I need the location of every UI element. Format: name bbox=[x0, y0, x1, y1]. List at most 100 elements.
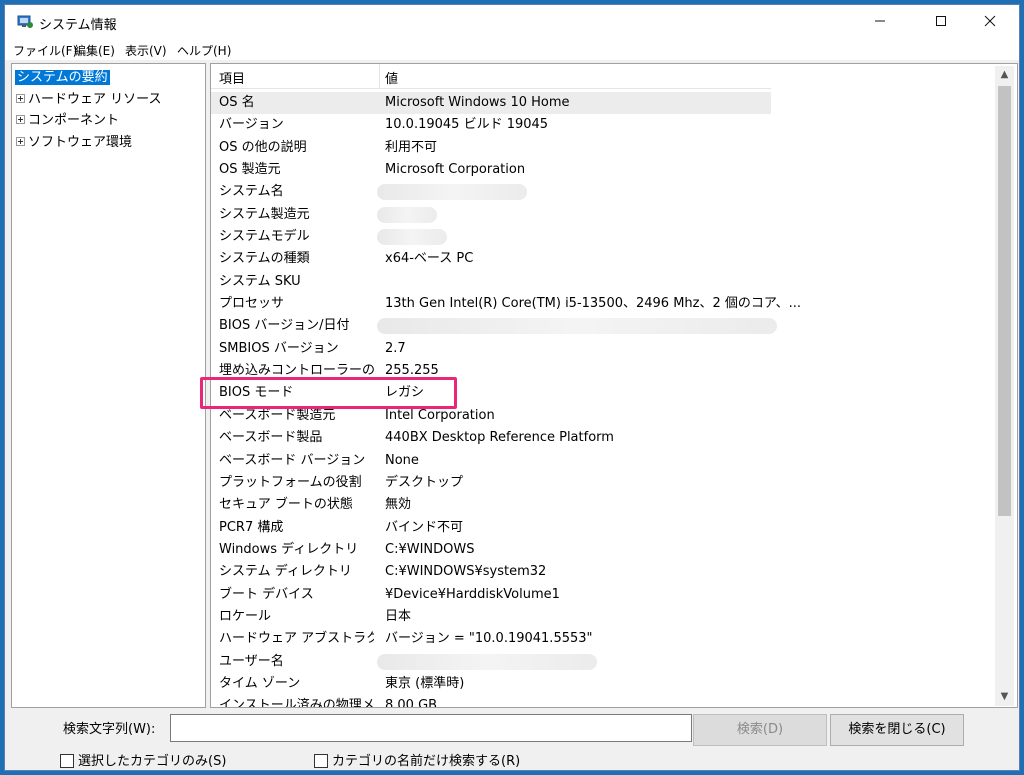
table-row[interactable]: ロケール 日本 bbox=[211, 606, 1001, 628]
table-row[interactable]: OS 名 Microsoft Windows 10 Home bbox=[211, 92, 771, 115]
row-item-label: PCR7 構成 bbox=[219, 519, 284, 535]
row-item-value: 利用不可 bbox=[385, 139, 438, 155]
row-item-value: 無効 bbox=[385, 497, 412, 513]
checkbox-box[interactable] bbox=[314, 753, 328, 768]
close-button[interactable] bbox=[967, 5, 1013, 38]
row-item-value: Microsoft Corporation bbox=[385, 162, 526, 178]
row-item-label: BIOS バージョン/日付 bbox=[219, 318, 350, 334]
menu-view[interactable]: 表示(V) bbox=[125, 42, 167, 59]
row-item-label: システム製造元 bbox=[219, 206, 310, 222]
menu-help[interactable]: ヘルプ(H) bbox=[177, 42, 231, 59]
menu-bar: ファイル(F) 編集(E) 表示(V) ヘルプ(H) bbox=[5, 38, 1019, 60]
system-info-app-icon bbox=[17, 15, 33, 28]
redacted-value bbox=[377, 653, 597, 670]
close-search-button[interactable]: 検索を閉じる(C) bbox=[830, 714, 964, 746]
table-row[interactable]: OS の他の説明 利用不可 bbox=[211, 137, 1001, 159]
row-item-value: バージョン = "10.0.19041.5553" bbox=[385, 631, 593, 647]
row-item-value: 10.0.19045 ビルド 19045 bbox=[385, 117, 549, 133]
row-item-label: OS 名 bbox=[219, 95, 255, 110]
minimize-button[interactable] bbox=[857, 5, 903, 38]
table-row[interactable]: バージョン 10.0.19045 ビルド 19045 bbox=[211, 114, 1001, 136]
tree-item-label: ハードウェア リソース bbox=[28, 92, 162, 107]
search-label: 検索文字列(W): bbox=[63, 722, 156, 737]
tree-item-components[interactable]: コンポーネント bbox=[16, 112, 119, 130]
table-row[interactable]: ベースボード バージョン None bbox=[211, 450, 1001, 472]
row-item-value: x64-ベース PC bbox=[385, 251, 474, 267]
expand-icon[interactable] bbox=[16, 137, 25, 146]
search-input[interactable] bbox=[170, 714, 692, 742]
expand-icon[interactable] bbox=[16, 94, 25, 103]
table-row[interactable]: システム SKU bbox=[211, 271, 1001, 293]
row-item-value: 2.7 bbox=[385, 340, 406, 356]
row-item-label: システムモデル bbox=[219, 229, 310, 245]
row-item-label: バージョン bbox=[219, 117, 284, 133]
table-row[interactable]: システム ディレクトリ C:¥WINDOWS¥system32 bbox=[211, 561, 1001, 583]
row-item-value: Microsoft Windows 10 Home bbox=[385, 95, 570, 110]
table-row[interactable]: ブート デバイス ¥Device¥HarddiskVolume1 bbox=[211, 584, 1001, 606]
row-item-label: ロケール bbox=[219, 608, 272, 624]
title-bar[interactable]: システム情報 bbox=[5, 5, 1019, 38]
row-item-label: SMBIOS バージョン bbox=[219, 340, 339, 356]
row-item-value: C:¥WINDOWS¥system32 bbox=[385, 564, 547, 580]
list-header: 項目 値 bbox=[211, 64, 771, 89]
column-header-value[interactable]: 値 bbox=[385, 68, 398, 87]
column-divider[interactable] bbox=[379, 64, 380, 88]
row-item-label: OS の他の説明 bbox=[219, 139, 307, 155]
scroll-up-icon[interactable]: ▲ bbox=[995, 66, 1014, 84]
row-item-label: システム ディレクトリ bbox=[219, 564, 352, 580]
table-row[interactable]: セキュア ブートの状態 無効 bbox=[211, 494, 1001, 516]
category-names-only-checkbox[interactable]: カテゴリの名前だけ検索する(R) bbox=[314, 750, 520, 769]
redacted-value bbox=[377, 318, 777, 335]
column-header-item[interactable]: 項目 bbox=[219, 68, 245, 87]
row-item-label: ハードウェア アブストラクショ... bbox=[219, 631, 374, 647]
redacted-value bbox=[377, 206, 437, 223]
row-item-value: 東京 (標準時) bbox=[385, 675, 465, 691]
tree-item-system-summary[interactable]: システムの要約 bbox=[15, 69, 110, 87]
row-item-label: システム SKU bbox=[219, 273, 301, 289]
table-row[interactable]: システム製造元 bbox=[211, 204, 1001, 226]
tree-item-software-environment[interactable]: ソフトウェア環境 bbox=[16, 134, 132, 152]
table-row[interactable]: プロセッサ 13th Gen Intel(R) Core(TM) i5-13500… bbox=[211, 293, 1001, 315]
row-item-label: Windows ディレクトリ bbox=[219, 541, 359, 557]
row-item-label: タイム ゾーン bbox=[219, 675, 301, 691]
row-item-value: ¥Device¥HarddiskVolume1 bbox=[385, 586, 560, 602]
table-row[interactable]: PCR7 構成 バインド不可 bbox=[211, 517, 1001, 539]
vertical-scrollbar[interactable]: ▲ ▼ bbox=[995, 66, 1014, 706]
table-row[interactable]: インストール済みの物理メモ... 8.00 GB bbox=[211, 695, 1001, 708]
table-row[interactable]: SMBIOS バージョン 2.7 bbox=[211, 338, 1001, 360]
tree-item-hardware-resources[interactable]: ハードウェア リソース bbox=[16, 91, 161, 109]
row-item-value: デスクトップ bbox=[385, 474, 464, 490]
row-item-label: ベースボード バージョン bbox=[219, 452, 366, 468]
maximize-button[interactable] bbox=[918, 5, 964, 38]
table-row[interactable]: システム名 bbox=[211, 181, 1001, 203]
table-row[interactable]: ベースボード製品 440BX Desktop Reference Platform bbox=[211, 427, 1001, 449]
checkbox-box[interactable] bbox=[60, 753, 74, 768]
redacted-value bbox=[377, 229, 447, 246]
close-icon bbox=[984, 15, 996, 27]
system-info-window: システム情報 ファイル(F) 編集(E) 表示(V) ヘルプ(H) システムの要… bbox=[4, 4, 1020, 771]
row-item-label: ブート デバイス bbox=[219, 586, 314, 602]
tree-item-label: ソフトウェア環境 bbox=[28, 135, 133, 150]
row-item-label: ベースボード製品 bbox=[219, 430, 323, 446]
table-row[interactable]: タイム ゾーン 東京 (標準時) bbox=[211, 673, 1001, 695]
table-row[interactable]: プラットフォームの役割 デスクトップ bbox=[211, 472, 1001, 494]
table-row[interactable]: Windows ディレクトリ C:¥WINDOWS bbox=[211, 539, 1001, 561]
scroll-down-icon[interactable]: ▼ bbox=[995, 688, 1014, 706]
table-row[interactable]: BIOS バージョン/日付 bbox=[211, 315, 1001, 337]
scrollbar-thumb[interactable] bbox=[998, 86, 1011, 516]
bios-mode-highlight-box bbox=[200, 377, 457, 409]
tree-item-label: システムの要約 bbox=[15, 70, 110, 85]
menu-file[interactable]: ファイル(F) bbox=[13, 42, 77, 59]
table-row[interactable]: システムの種類 x64-ベース PC bbox=[211, 248, 1001, 270]
row-item-label: ユーザー名 bbox=[219, 653, 284, 669]
table-row[interactable]: ユーザー名 bbox=[211, 651, 1001, 673]
row-item-label: プラットフォームの役割 bbox=[219, 474, 362, 490]
expand-icon[interactable] bbox=[16, 115, 25, 124]
find-button[interactable]: 検索(D) bbox=[693, 714, 827, 746]
table-row[interactable]: ハードウェア アブストラクショ... バージョン = "10.0.19041.55… bbox=[211, 628, 1001, 650]
menu-edit[interactable]: 編集(E) bbox=[74, 42, 115, 59]
selected-category-only-checkbox[interactable]: 選択したカテゴリのみ(S) bbox=[60, 750, 226, 769]
row-item-label: インストール済みの物理メモ... bbox=[219, 698, 374, 708]
table-row[interactable]: システムモデル bbox=[211, 226, 1001, 248]
table-row[interactable]: OS 製造元 Microsoft Corporation bbox=[211, 159, 1001, 181]
